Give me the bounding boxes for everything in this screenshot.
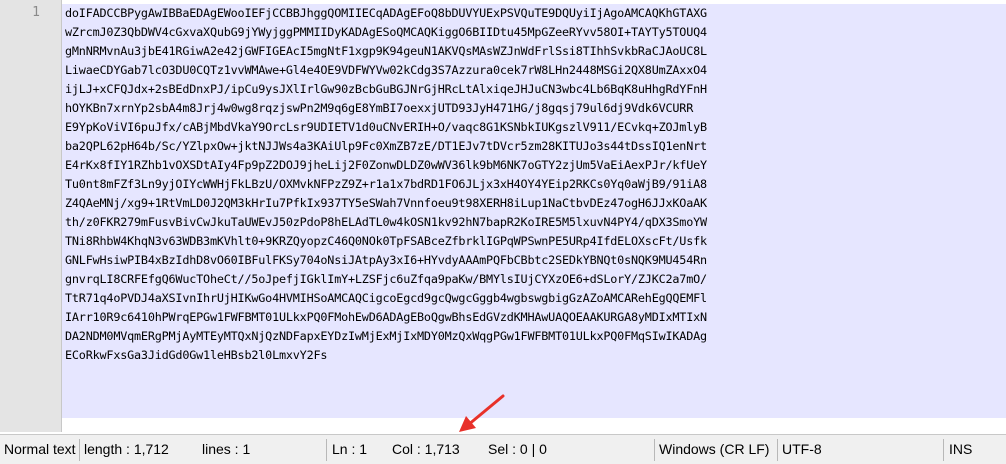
text-line: E4rKx8fIY1RZhb1vOXSDtAIy4Fp9pZ2DOJ9jheLi… xyxy=(65,158,707,172)
editor: 1 doIFADCCBPygAwIBBaEDAgEWooIEFjCCBBJhgg… xyxy=(0,0,1006,432)
text-line: doIFADCCBPygAwIBBaEDAgEWooIEFjCCBBJhggQO… xyxy=(65,6,707,20)
status-encoding: UTF-8 xyxy=(782,441,822,457)
status-divider xyxy=(943,439,944,461)
text-line: ECoRkwFxsGa3JidGd0Gw1leHBsb2l0LmxvY2Fs xyxy=(65,348,328,362)
text-line: DA2NDM0MVqmERgPMjAyMTEyMTQxNjQzNDFapxEYD… xyxy=(65,329,707,343)
status-language: Normal text file xyxy=(4,441,78,457)
line-number-gutter[interactable]: 1 xyxy=(0,0,62,432)
status-col: Col : 1,713 xyxy=(392,441,460,457)
text-line: gMnNRMvnAu3jbE41RGiwA2e42jGWFIGEAcI5mgNt… xyxy=(65,44,707,58)
text-line: th/z0FKR279mFusvBivCwJkuTaUWEvJ50zPdoP8h… xyxy=(65,215,707,229)
status-sel: Sel : 0 | 0 xyxy=(488,441,547,457)
status-eol: Windows (CR LF) xyxy=(659,441,770,457)
text-line: Z4QAeMNj/xg9+1RtVmLD0J2QM3kHrIu7PfkIx937… xyxy=(65,196,707,210)
text-line: TNi8RhbW4KhqN3v63WDB3mKVhlt0+9KRZQyopzC4… xyxy=(65,234,707,248)
text-line: TtR71q4oPVDJ4aXSIvnIhrUjHIKwGo4HVMIHSoAM… xyxy=(65,291,707,305)
status-length: length : 1,712 xyxy=(84,441,169,457)
status-ln: Ln : 1 xyxy=(332,441,368,457)
text-line: ijLJ+xCFQJdx+2sBEdDnxPJ/ipCu9ysJXlIrlGw9… xyxy=(65,82,707,96)
text-line: LiwaeCDYGab7lcO3DU0CQTz1vvWMAwe+Gl4e4OE9… xyxy=(65,63,707,77)
status-divider xyxy=(654,439,655,461)
text-area[interactable]: doIFADCCBPygAwIBBaEDAgEWooIEFjCCBBJhggQO… xyxy=(62,0,1006,432)
line-number: 1 xyxy=(32,5,40,20)
status-lines: lines : 1 xyxy=(202,441,251,457)
text-line: gnvrqLI8CRFEfgQ6WucTOheCt//5oJpefjIGklIm… xyxy=(65,272,707,286)
text-line: ba2QPL62pH64b/Sc/YZlpxOw+jktNJJWs4a3KAiU… xyxy=(65,139,707,153)
status-divider xyxy=(79,439,80,461)
status-bar: Normal text file length : 1,712 lines : … xyxy=(0,434,1006,464)
text-line: GNLFwHsiwPIB4xBzIdhD8vO60IBFulFKSy704oNs… xyxy=(65,253,707,267)
status-divider xyxy=(326,439,327,461)
status-insert-mode: INS xyxy=(949,441,973,457)
text-line: hOYKBn7xrnYp2sbA4m8Jrj4w0wg8rqzjswPn2M9q… xyxy=(65,101,694,115)
text-line: IArr10R9c6410hPWrqEPGw1FWFBMT01ULkxPQ0FM… xyxy=(65,310,707,324)
text-line: E9YpKoViVI6puJfx/cABjMbdVkaY9OrcLsr9UDIE… xyxy=(65,120,707,134)
text-line: wZrcmJ0Z3QbDWV4cGxvaXQubG9jYWyjggPMMIIDy… xyxy=(65,25,707,39)
status-divider xyxy=(777,439,778,461)
text-line: Tu0nt8mFZf3Ln9yjOIYcWWHjFkLBzU/OXMvkNFPz… xyxy=(65,177,707,191)
